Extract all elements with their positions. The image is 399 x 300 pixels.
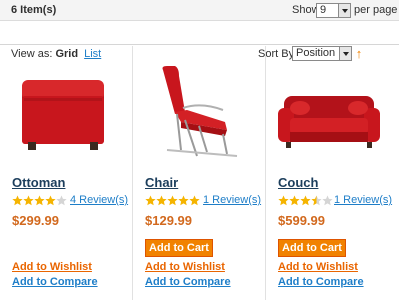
rating-stars xyxy=(145,195,200,207)
add-to-compare-link[interactable]: Add to Compare xyxy=(12,276,98,288)
chevron-down-icon[interactable] xyxy=(338,4,350,17)
toolbar-sorter: View as: Grid List Sort By Position ↑ xyxy=(0,21,399,61)
reviews-link[interactable]: 4 Review(s) xyxy=(70,194,128,206)
reviews-link[interactable]: 1 Review(s) xyxy=(334,194,392,206)
product-name-link[interactable]: Couch xyxy=(278,175,318,190)
add-to-compare-link[interactable]: Add to Compare xyxy=(145,276,231,288)
product-price: $299.99 xyxy=(12,213,59,228)
product-item: Ottoman 4 Review(s) $299.99 Add to Wishl… xyxy=(0,46,128,300)
add-to-cart-button[interactable]: Add to Cart xyxy=(145,239,213,257)
product-image-chair[interactable] xyxy=(141,56,251,166)
star-icon xyxy=(322,195,333,206)
product-price: $129.99 xyxy=(145,213,192,228)
reviews-link[interactable]: 1 Review(s) xyxy=(203,194,261,206)
product-name-link[interactable]: Ottoman xyxy=(12,175,65,190)
star-icon xyxy=(12,195,23,206)
add-to-compare-link[interactable]: Add to Compare xyxy=(278,276,364,288)
product-name-link[interactable]: Chair xyxy=(145,175,178,190)
product-image-couch[interactable] xyxy=(274,56,384,166)
product-item: Chair 1 Review(s) $129.99 Add to Cart Ad… xyxy=(133,46,261,300)
product-item: Couch 1 Review(s) $599.99 Add to Cart Ad… xyxy=(266,46,392,300)
limit-value: 9 xyxy=(320,4,327,16)
star-icon xyxy=(23,195,34,206)
star-icon xyxy=(167,195,178,206)
rating-stars xyxy=(278,195,333,207)
add-to-cart-button[interactable]: Add to Cart xyxy=(278,239,346,257)
add-to-wishlist-link[interactable]: Add to Wishlist xyxy=(12,261,92,273)
star-icon xyxy=(189,195,200,206)
star-icon xyxy=(45,195,56,206)
star-icon xyxy=(178,195,189,206)
toolbar-pager: 6 Item(s) Show 9 per page xyxy=(0,0,399,21)
add-to-wishlist-link[interactable]: Add to Wishlist xyxy=(145,261,225,273)
product-image-ottoman[interactable] xyxy=(8,56,118,166)
add-to-wishlist-link[interactable]: Add to Wishlist xyxy=(278,261,358,273)
per-page-label: per page xyxy=(354,4,398,16)
star-icon xyxy=(156,195,167,206)
rating-stars xyxy=(12,195,67,207)
star-icon xyxy=(34,195,45,206)
star-icon xyxy=(300,195,311,206)
product-grid: Ottoman 4 Review(s) $299.99 Add to Wishl… xyxy=(0,46,399,300)
star-icon xyxy=(145,195,156,206)
item-count: 6 Item(s) xyxy=(11,4,57,16)
star-icon xyxy=(278,195,289,206)
product-price: $599.99 xyxy=(278,213,325,228)
limit-select[interactable]: 9 xyxy=(316,3,351,18)
star-icon xyxy=(289,195,300,206)
star-icon xyxy=(56,195,67,206)
star-icon xyxy=(311,195,322,206)
